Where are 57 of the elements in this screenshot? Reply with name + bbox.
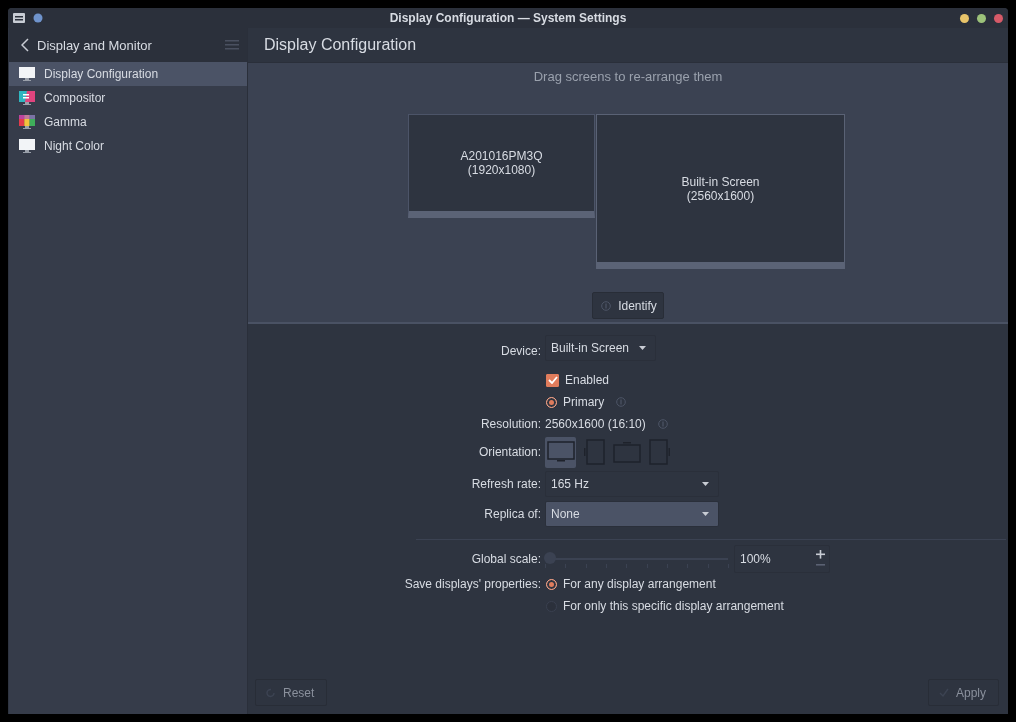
compositor-icon [19,91,35,105]
sidebar-item[interactable]: Compositor [9,86,247,110]
sidebar-title: Display and Monitor [37,37,153,53]
field-label: Device: [500,344,541,358]
sidebar-item[interactable]: Gamma [9,110,247,134]
field-label: Resolution: [479,417,541,431]
caret-icon [639,346,647,350]
caret-icon [702,482,709,486]
sidebar-item[interactable]: Night Color [9,134,247,158]
replica-dropdown[interactable]: None [545,501,719,527]
field-label: Save displays' properties: [403,577,541,591]
sidebar-item[interactable]: Display Configuration [9,62,247,86]
radio-label: For only this specific display arrangement [563,599,784,613]
identify-button[interactable]: Identify [592,292,664,319]
screen-name: Built-in Screen [681,174,760,189]
screen-mode: (1920x1080) [467,163,536,177]
maximize-button[interactable] [977,13,986,23]
orientation-button[interactable] [545,436,576,468]
menu-icon [225,40,239,50]
radio-label: For any display arrangement [563,577,716,591]
refresh-rate-dropdown[interactable]: 165 Hz [545,471,719,497]
checkbox-label: Enabled [565,373,610,387]
info-icon [657,419,668,429]
stepper-icon [816,550,825,568]
caret-icon [702,512,709,516]
checkmark-icon [547,376,558,384]
radio-label: Primary [563,395,605,409]
back-icon [21,38,29,52]
hint-text: Drag screens to re-arrange them [532,69,724,84]
screen-tile[interactable]: Built-in Screen (2560x1600) [596,114,845,269]
app-menu-icon [13,13,25,23]
field-label: Global scale: [470,552,541,566]
close-button[interactable] [994,13,1003,23]
radio-button[interactable] [546,578,557,590]
menu-button[interactable] [225,40,239,50]
window-title: Display Configuration — System Settings [388,11,628,25]
pin-icon [33,13,43,23]
monitor-icon [19,67,35,81]
monitor-icon [19,139,35,153]
screen-mode: (2560x1600) [686,188,755,203]
screen-name: A201016PM3Q [460,149,543,163]
gamma-icon [19,115,35,129]
checkbox[interactable] [546,373,559,387]
resolution-value: 2560x1600 (16:10) [545,417,646,431]
page-title: Display Configuration [264,36,417,54]
scale-spinbox[interactable]: 100% [734,545,830,573]
screen-tile[interactable]: A201016PM3Q (1920x1080) [408,114,595,218]
field-label: Replica of: [483,507,541,521]
field-label: Orientation: [477,445,541,459]
info-icon [601,300,612,311]
minimize-button[interactable] [960,13,969,23]
device-dropdown[interactable]: Built-in Screen [545,335,657,361]
info-icon [616,397,627,407]
radio-button[interactable] [546,396,557,408]
back-button[interactable] [21,38,29,52]
field-label: Refresh rate: [470,477,541,491]
monitor-icon [545,439,576,465]
